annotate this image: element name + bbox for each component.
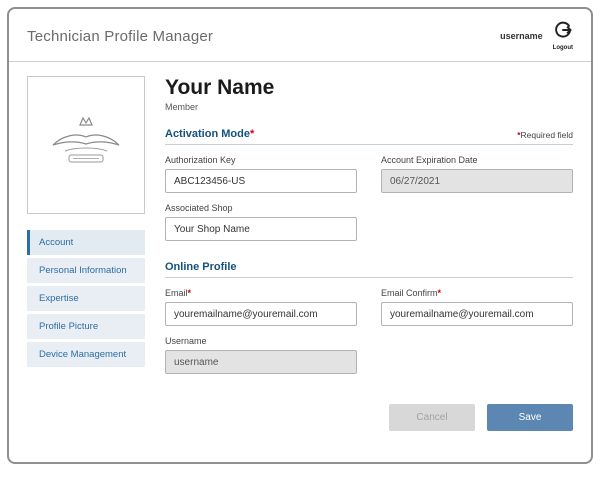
associated-shop-input[interactable] (165, 217, 357, 241)
app-title: Technician Profile Manager (27, 28, 213, 45)
save-button[interactable]: Save (487, 404, 573, 431)
content-area: Account Personal Information Expertise P… (9, 62, 591, 445)
spacer-field (381, 336, 573, 374)
username-input (165, 350, 357, 374)
activation-mode-title: Activation Mode* (165, 128, 254, 140)
required-asterisk: * (188, 288, 192, 298)
sidebar-item-account[interactable]: Account (27, 230, 145, 255)
app-header: Technician Profile Manager username Logo… (9, 9, 591, 62)
header-username: username (500, 31, 543, 41)
online-profile-row-2: Username (165, 336, 573, 374)
member-role-label: Member (165, 102, 573, 112)
logout-button[interactable]: Logout (553, 21, 573, 51)
spacer-field (381, 203, 573, 241)
online-profile-row-1: Email* Email Confirm* (165, 288, 573, 326)
associated-shop-field: Associated Shop (165, 203, 357, 241)
required-field-note: *Required field (517, 130, 573, 140)
associated-shop-label: Associated Shop (165, 203, 357, 213)
cancel-button[interactable]: Cancel (389, 404, 475, 431)
left-column: Account Personal Information Expertise P… (27, 76, 145, 445)
email-input[interactable] (165, 302, 357, 326)
action-buttons: Cancel Save (165, 404, 573, 445)
account-expiration-input (381, 169, 573, 193)
email-confirm-field: Email Confirm* (381, 288, 573, 326)
account-expiration-field: Account Expiration Date (381, 155, 573, 193)
sidebar-nav: Account Personal Information Expertise P… (27, 230, 145, 367)
activation-row-1: Authorization Key Account Expiration Dat… (165, 155, 573, 193)
authorization-key-field: Authorization Key (165, 155, 357, 193)
sidebar-item-profile-picture[interactable]: Profile Picture (27, 314, 145, 339)
authorization-key-label: Authorization Key (165, 155, 357, 165)
page-title: Your Name (165, 76, 573, 100)
authorization-key-input[interactable] (165, 169, 357, 193)
logout-label: Logout (553, 45, 573, 51)
main-panel: Your Name Member Activation Mode* *Requi… (165, 76, 573, 445)
brand-logo (47, 111, 125, 180)
sidebar-item-personal-information[interactable]: Personal Information (27, 258, 145, 283)
email-confirm-input[interactable] (381, 302, 573, 326)
email-field: Email* (165, 288, 357, 326)
required-asterisk: * (250, 128, 254, 140)
sidebar-item-expertise[interactable]: Expertise (27, 286, 145, 311)
account-expiration-label: Account Expiration Date (381, 155, 573, 165)
online-profile-section-header: Online Profile (165, 261, 573, 278)
email-label: Email* (165, 288, 357, 298)
online-profile-title: Online Profile (165, 261, 237, 273)
username-field: Username (165, 336, 357, 374)
profile-photo-box (27, 76, 145, 214)
email-confirm-label: Email Confirm* (381, 288, 573, 298)
activation-row-2: Associated Shop (165, 203, 573, 241)
activation-mode-section-header: Activation Mode* *Required field (165, 128, 573, 145)
sidebar-item-device-management[interactable]: Device Management (27, 342, 145, 367)
user-area: username Logout (500, 21, 573, 51)
username-label: Username (165, 336, 357, 346)
app-window: Technician Profile Manager username Logo… (7, 7, 593, 464)
logout-icon (554, 21, 572, 44)
required-asterisk: * (438, 288, 442, 298)
